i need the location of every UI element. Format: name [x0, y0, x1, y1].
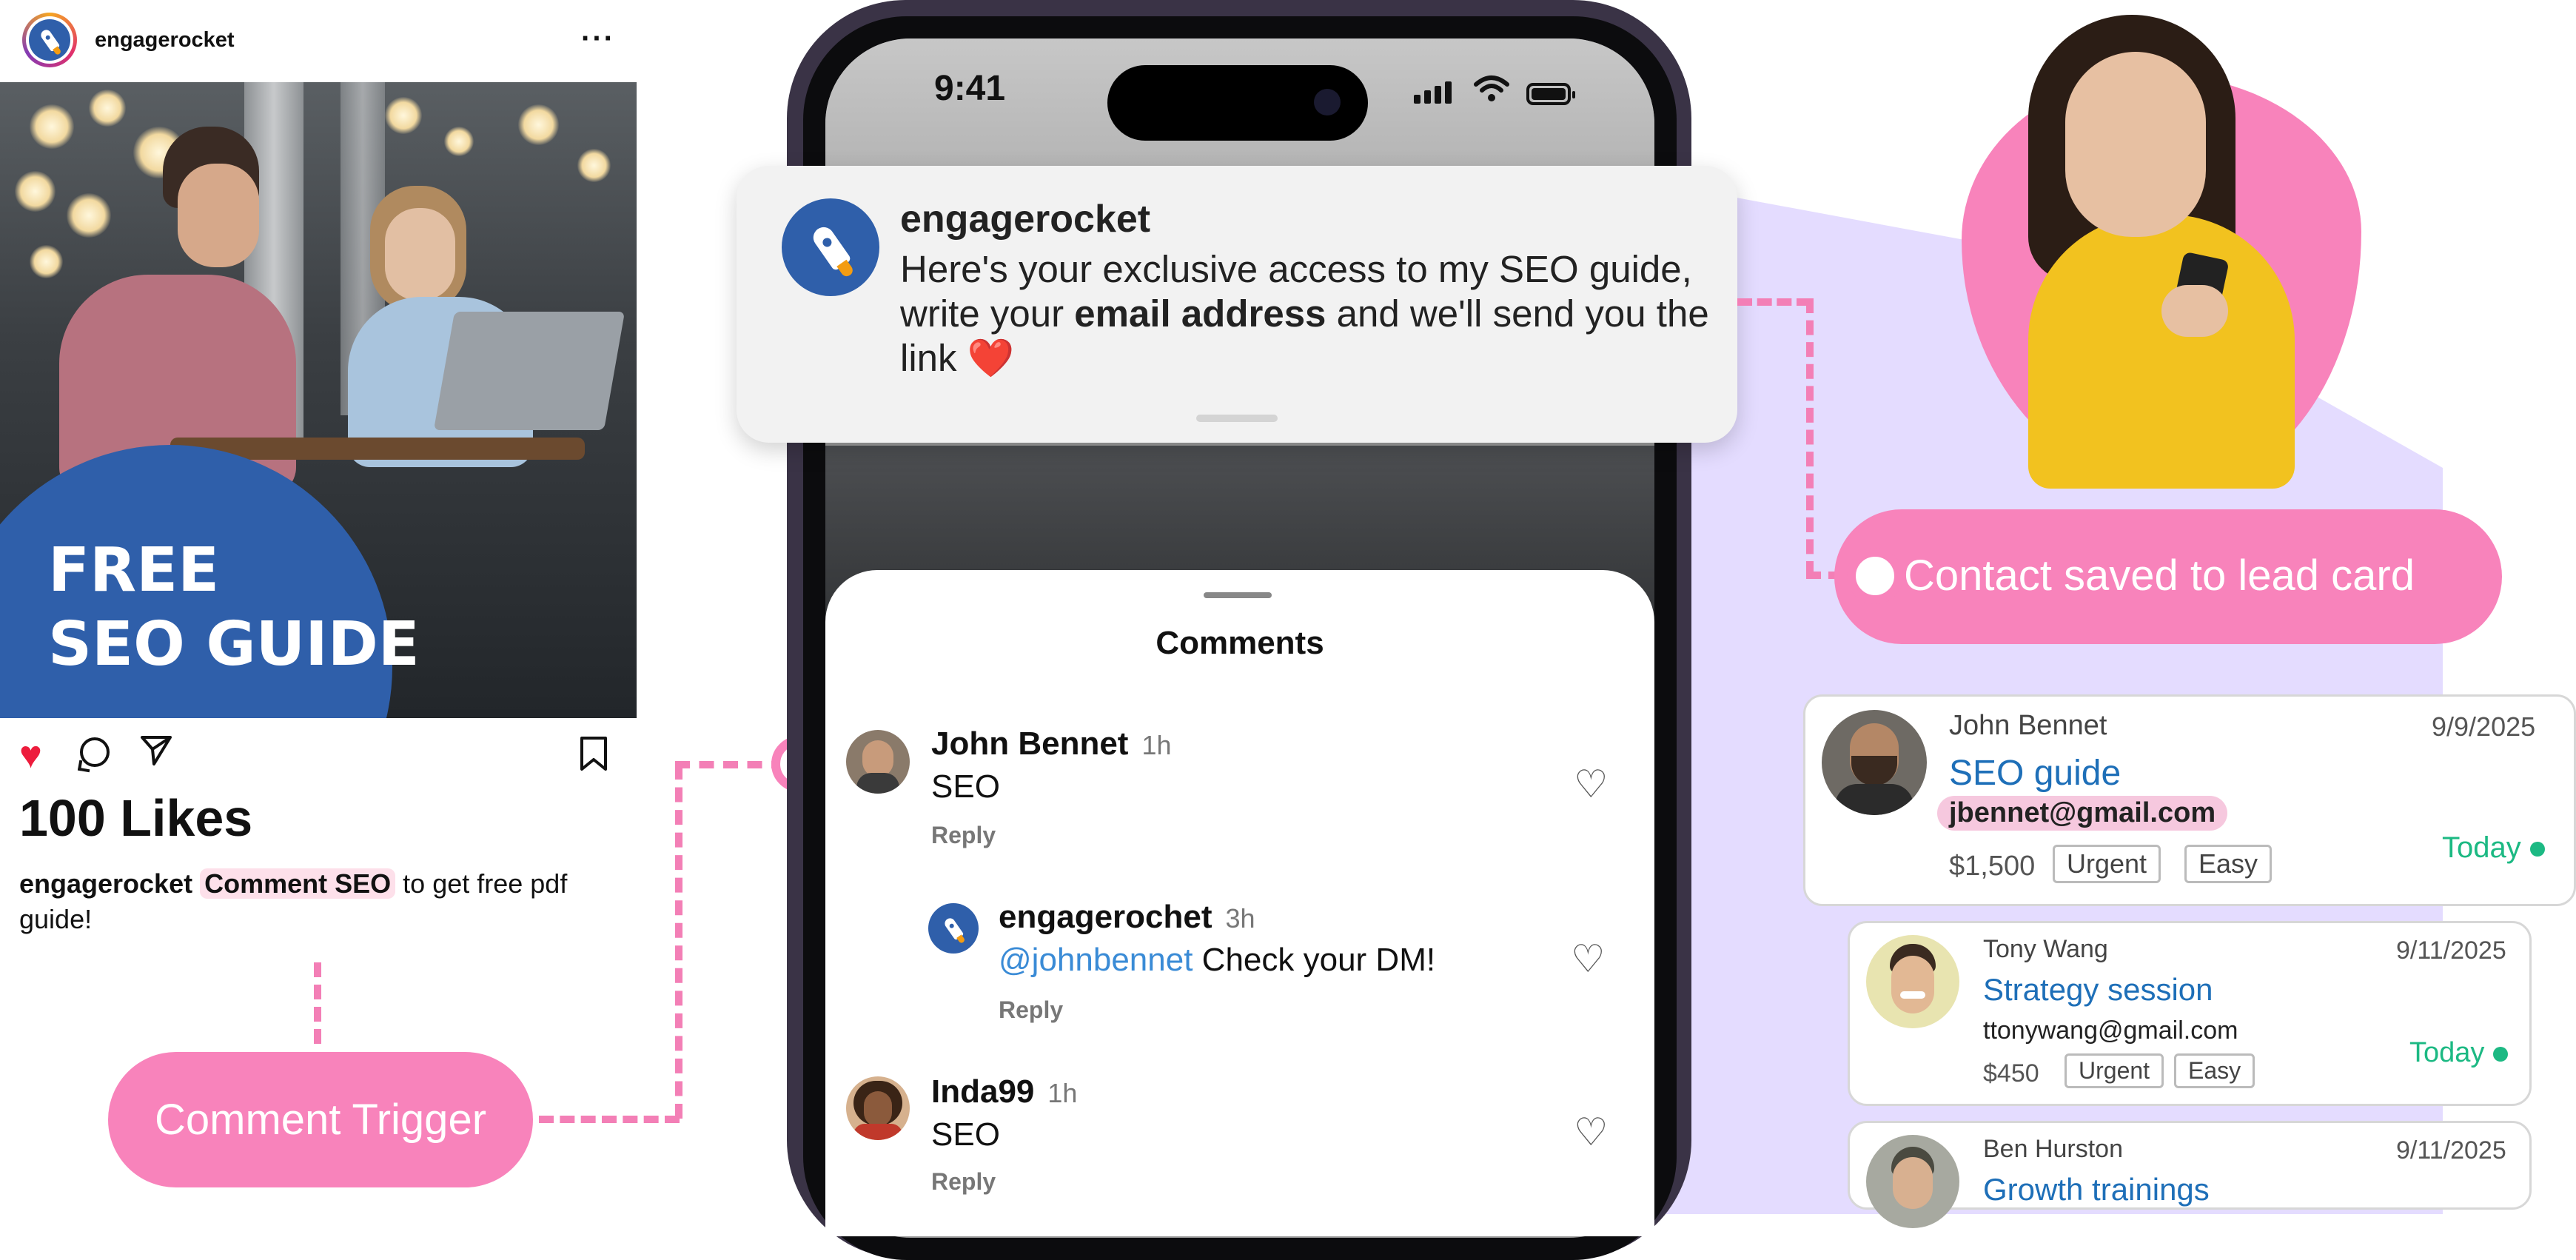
comment-trigger-pill: Comment Trigger [108, 1052, 533, 1187]
lead-name: Ben Hurston [1983, 1135, 2123, 1163]
reply-button[interactable]: Reply [999, 996, 1063, 1024]
reply-button[interactable]: Reply [931, 822, 996, 849]
post-avatar[interactable] [22, 13, 77, 67]
signal-icon [1414, 81, 1455, 104]
rocket-icon [942, 916, 966, 945]
person-hand [2161, 285, 2228, 337]
comment-icon[interactable] [80, 737, 110, 767]
lead-date: 9/9/2025 [2432, 711, 2536, 742]
lead-avatar [1866, 1135, 1959, 1228]
rocket-icon [38, 27, 62, 56]
notification-app-logo [782, 198, 879, 296]
lead-due-status: Today [2409, 1037, 2508, 1069]
connector-line [675, 761, 786, 768]
lead-amount: $1,500 [1949, 851, 2036, 882]
connector-line [539, 1116, 680, 1123]
lead-date: 9/11/2025 [2396, 1136, 2506, 1165]
comment-text: SEO [931, 1116, 1000, 1153]
lead-email: ttonywang@gmail.com [1983, 1016, 2238, 1045]
lead-email: jbennet@gmail.com [1937, 796, 2228, 831]
comment-like-icon[interactable]: ♡ [1574, 1113, 1609, 1152]
post-image: FREE SEO GUIDE [0, 82, 637, 718]
comment-author[interactable]: John Bennet 1h [931, 725, 1172, 763]
camera-icon [1314, 89, 1341, 115]
lead-card[interactable]: Tony Wang 9/11/2025 Strategy session tto… [1848, 921, 2532, 1106]
rocket-icon [809, 223, 855, 279]
status-time: 9:41 [934, 69, 1006, 108]
connector-dot [1847, 548, 1903, 604]
connector-line [1806, 298, 1814, 576]
lead-amount: $450 [1983, 1059, 2039, 1088]
sheet-handle[interactable] [1204, 592, 1272, 598]
lead-card[interactable]: John Bennet 9/9/2025 SEO guide jbennet@g… [1803, 694, 2576, 906]
comment-time: 1h [1047, 1078, 1078, 1108]
lead-card[interactable]: Ben Hurston 9/11/2025 Growth trainings [1848, 1121, 2532, 1228]
lead-tag[interactable]: Urgent [2065, 1053, 2164, 1088]
lead-deal[interactable]: Growth trainings [1983, 1172, 2210, 1207]
connector-line [675, 765, 682, 1119]
bookmark-icon[interactable] [579, 736, 607, 771]
comment-author[interactable]: engagerochet 3h [999, 899, 1255, 936]
lead-deal[interactable]: Strategy session [1983, 972, 2213, 1008]
comment-time: 1h [1141, 730, 1172, 760]
comment-author[interactable]: Inda99 1h [931, 1073, 1077, 1110]
notification-handle[interactable] [1196, 415, 1278, 422]
battery-icon [1526, 83, 1575, 105]
lead-avatar [1822, 710, 1927, 815]
person-face [2065, 52, 2206, 237]
post-username[interactable]: engagerocket [95, 28, 235, 53]
like-heart-icon[interactable]: ♥ [19, 736, 42, 774]
lead-due-status: Today [2442, 831, 2545, 865]
wifi-icon [1473, 74, 1510, 109]
comment-text: @johnbennet Check your DM! [999, 942, 1436, 978]
more-options-icon[interactable]: ··· [581, 22, 615, 56]
notification-title: engagerocket [900, 198, 1151, 241]
banner-text: FREE SEO GUIDE [48, 535, 420, 680]
connector-line [314, 962, 321, 1044]
lead-date: 9/11/2025 [2396, 936, 2506, 965]
lead-tag[interactable]: Easy [2174, 1053, 2255, 1088]
notification-body: Here's your exclusive access to my SEO g… [900, 248, 1709, 379]
caption-username[interactable]: engagerocket [19, 868, 192, 899]
lead-deal[interactable]: SEO guide [1949, 753, 2121, 794]
caption-highlight: Comment SEO [200, 868, 396, 899]
mention-link[interactable]: @johnbennet [999, 942, 1193, 978]
lead-name: Tony Wang [1983, 935, 2108, 963]
comment-like-icon[interactable]: ♡ [1574, 765, 1609, 804]
connector-line [1737, 298, 1811, 306]
comment-text: SEO [931, 768, 1000, 805]
comments-title: Comments [1155, 625, 1324, 661]
avatar[interactable] [846, 730, 910, 794]
send-icon[interactable] [139, 733, 173, 775]
likes-count: 100 Likes [19, 789, 253, 847]
avatar[interactable] [928, 903, 979, 954]
post-caption: engagerocket Comment SEO to get free pdf… [19, 866, 611, 937]
avatar[interactable] [846, 1076, 910, 1140]
contact-saved-label: Contact saved to lead card [1904, 552, 2415, 600]
lead-avatar [1866, 935, 1959, 1028]
comment-time: 3h [1225, 903, 1255, 934]
lead-tag[interactable]: Urgent [2053, 845, 2161, 883]
reply-button[interactable]: Reply [931, 1168, 996, 1196]
person-body [2028, 215, 2295, 489]
lead-name: John Bennet [1949, 710, 2107, 741]
comment-like-icon[interactable]: ♡ [1571, 940, 1606, 979]
lead-tag[interactable]: Easy [2184, 845, 2273, 883]
